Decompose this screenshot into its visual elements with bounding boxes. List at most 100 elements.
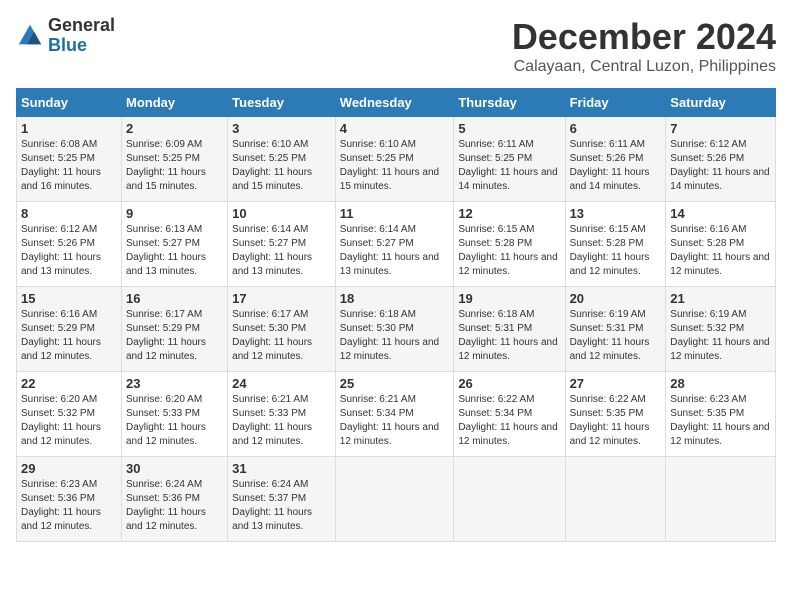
title-section: December 2024 Calayaan, Central Luzon, P… — [512, 16, 776, 76]
day-number: 3 — [232, 121, 331, 136]
day-number: 21 — [670, 291, 771, 306]
calendar-cell: 30 Sunrise: 6:24 AMSunset: 5:36 PMDaylig… — [122, 457, 228, 542]
calendar-header-row: SundayMondayTuesdayWednesdayThursdayFrid… — [17, 89, 776, 117]
day-number: 4 — [340, 121, 450, 136]
calendar-cell: 6 Sunrise: 6:11 AMSunset: 5:26 PMDayligh… — [565, 117, 666, 202]
header-thursday: Thursday — [454, 89, 565, 117]
calendar-cell: 21 Sunrise: 6:19 AMSunset: 5:32 PMDaylig… — [666, 287, 776, 372]
page-header: General Blue December 2024 Calayaan, Cen… — [16, 16, 776, 76]
day-number: 7 — [670, 121, 771, 136]
calendar-cell: 11 Sunrise: 6:14 AMSunset: 5:27 PMDaylig… — [335, 202, 454, 287]
day-info: Sunrise: 6:24 AMSunset: 5:36 PMDaylight:… — [126, 479, 206, 532]
calendar-cell: 1 Sunrise: 6:08 AMSunset: 5:25 PMDayligh… — [17, 117, 122, 202]
calendar-cell: 16 Sunrise: 6:17 AMSunset: 5:29 PMDaylig… — [122, 287, 228, 372]
day-info: Sunrise: 6:12 AMSunset: 5:26 PMDaylight:… — [21, 224, 101, 277]
calendar-cell: 24 Sunrise: 6:21 AMSunset: 5:33 PMDaylig… — [228, 372, 336, 457]
calendar-cell: 26 Sunrise: 6:22 AMSunset: 5:34 PMDaylig… — [454, 372, 565, 457]
calendar-cell: 22 Sunrise: 6:20 AMSunset: 5:32 PMDaylig… — [17, 372, 122, 457]
calendar-cell: 23 Sunrise: 6:20 AMSunset: 5:33 PMDaylig… — [122, 372, 228, 457]
day-info: Sunrise: 6:14 AMSunset: 5:27 PMDaylight:… — [232, 224, 312, 277]
calendar-cell: 14 Sunrise: 6:16 AMSunset: 5:28 PMDaylig… — [666, 202, 776, 287]
day-number: 30 — [126, 461, 223, 476]
day-info: Sunrise: 6:18 AMSunset: 5:31 PMDaylight:… — [458, 309, 557, 362]
day-info: Sunrise: 6:11 AMSunset: 5:26 PMDaylight:… — [570, 139, 650, 192]
logo-general: General — [48, 16, 115, 36]
day-info: Sunrise: 6:17 AMSunset: 5:29 PMDaylight:… — [126, 309, 206, 362]
logo-text: General Blue — [48, 16, 115, 56]
day-number: 14 — [670, 206, 771, 221]
day-number: 8 — [21, 206, 117, 221]
day-info: Sunrise: 6:22 AMSunset: 5:35 PMDaylight:… — [570, 394, 650, 447]
day-info: Sunrise: 6:23 AMSunset: 5:35 PMDaylight:… — [670, 394, 769, 447]
calendar-cell: 18 Sunrise: 6:18 AMSunset: 5:30 PMDaylig… — [335, 287, 454, 372]
calendar-cell: 27 Sunrise: 6:22 AMSunset: 5:35 PMDaylig… — [565, 372, 666, 457]
day-number: 31 — [232, 461, 331, 476]
day-number: 18 — [340, 291, 450, 306]
day-info: Sunrise: 6:13 AMSunset: 5:27 PMDaylight:… — [126, 224, 206, 277]
calendar-cell: 28 Sunrise: 6:23 AMSunset: 5:35 PMDaylig… — [666, 372, 776, 457]
calendar-cell: 3 Sunrise: 6:10 AMSunset: 5:25 PMDayligh… — [228, 117, 336, 202]
calendar-cell: 13 Sunrise: 6:15 AMSunset: 5:28 PMDaylig… — [565, 202, 666, 287]
day-number: 6 — [570, 121, 662, 136]
calendar-cell: 9 Sunrise: 6:13 AMSunset: 5:27 PMDayligh… — [122, 202, 228, 287]
day-info: Sunrise: 6:12 AMSunset: 5:26 PMDaylight:… — [670, 139, 769, 192]
header-tuesday: Tuesday — [228, 89, 336, 117]
day-number: 26 — [458, 376, 560, 391]
day-info: Sunrise: 6:20 AMSunset: 5:33 PMDaylight:… — [126, 394, 206, 447]
calendar-cell: 29 Sunrise: 6:23 AMSunset: 5:36 PMDaylig… — [17, 457, 122, 542]
day-number: 23 — [126, 376, 223, 391]
logo-icon — [16, 22, 44, 50]
calendar-cell: 8 Sunrise: 6:12 AMSunset: 5:26 PMDayligh… — [17, 202, 122, 287]
day-number: 13 — [570, 206, 662, 221]
logo: General Blue — [16, 16, 115, 56]
logo-blue: Blue — [48, 36, 115, 56]
calendar-cell: 2 Sunrise: 6:09 AMSunset: 5:25 PMDayligh… — [122, 117, 228, 202]
calendar-cell — [335, 457, 454, 542]
day-info: Sunrise: 6:21 AMSunset: 5:33 PMDaylight:… — [232, 394, 312, 447]
day-info: Sunrise: 6:20 AMSunset: 5:32 PMDaylight:… — [21, 394, 101, 447]
day-number: 1 — [21, 121, 117, 136]
calendar-week-row: 8 Sunrise: 6:12 AMSunset: 5:26 PMDayligh… — [17, 202, 776, 287]
calendar-cell: 7 Sunrise: 6:12 AMSunset: 5:26 PMDayligh… — [666, 117, 776, 202]
day-info: Sunrise: 6:15 AMSunset: 5:28 PMDaylight:… — [458, 224, 557, 277]
header-saturday: Saturday — [666, 89, 776, 117]
day-info: Sunrise: 6:22 AMSunset: 5:34 PMDaylight:… — [458, 394, 557, 447]
day-info: Sunrise: 6:10 AMSunset: 5:25 PMDaylight:… — [340, 139, 439, 192]
day-info: Sunrise: 6:18 AMSunset: 5:30 PMDaylight:… — [340, 309, 439, 362]
day-info: Sunrise: 6:21 AMSunset: 5:34 PMDaylight:… — [340, 394, 439, 447]
day-number: 11 — [340, 206, 450, 221]
day-info: Sunrise: 6:10 AMSunset: 5:25 PMDaylight:… — [232, 139, 312, 192]
day-number: 5 — [458, 121, 560, 136]
day-info: Sunrise: 6:19 AMSunset: 5:31 PMDaylight:… — [570, 309, 650, 362]
calendar-cell: 5 Sunrise: 6:11 AMSunset: 5:25 PMDayligh… — [454, 117, 565, 202]
calendar-cell: 10 Sunrise: 6:14 AMSunset: 5:27 PMDaylig… — [228, 202, 336, 287]
calendar-table: SundayMondayTuesdayWednesdayThursdayFrid… — [16, 88, 776, 542]
day-number: 15 — [21, 291, 117, 306]
day-number: 12 — [458, 206, 560, 221]
day-number: 24 — [232, 376, 331, 391]
day-number: 22 — [21, 376, 117, 391]
day-number: 10 — [232, 206, 331, 221]
day-number: 27 — [570, 376, 662, 391]
day-info: Sunrise: 6:24 AMSunset: 5:37 PMDaylight:… — [232, 479, 312, 532]
calendar-cell: 12 Sunrise: 6:15 AMSunset: 5:28 PMDaylig… — [454, 202, 565, 287]
calendar-cell: 4 Sunrise: 6:10 AMSunset: 5:25 PMDayligh… — [335, 117, 454, 202]
location-title: Calayaan, Central Luzon, Philippines — [512, 58, 776, 76]
calendar-cell — [565, 457, 666, 542]
header-sunday: Sunday — [17, 89, 122, 117]
day-number: 16 — [126, 291, 223, 306]
day-number: 2 — [126, 121, 223, 136]
calendar-week-row: 15 Sunrise: 6:16 AMSunset: 5:29 PMDaylig… — [17, 287, 776, 372]
calendar-cell: 15 Sunrise: 6:16 AMSunset: 5:29 PMDaylig… — [17, 287, 122, 372]
month-title: December 2024 — [512, 16, 776, 58]
day-number: 17 — [232, 291, 331, 306]
calendar-cell: 19 Sunrise: 6:18 AMSunset: 5:31 PMDaylig… — [454, 287, 565, 372]
day-info: Sunrise: 6:08 AMSunset: 5:25 PMDaylight:… — [21, 139, 101, 192]
calendar-cell: 17 Sunrise: 6:17 AMSunset: 5:30 PMDaylig… — [228, 287, 336, 372]
day-info: Sunrise: 6:16 AMSunset: 5:29 PMDaylight:… — [21, 309, 101, 362]
day-number: 19 — [458, 291, 560, 306]
day-info: Sunrise: 6:14 AMSunset: 5:27 PMDaylight:… — [340, 224, 439, 277]
calendar-week-row: 22 Sunrise: 6:20 AMSunset: 5:32 PMDaylig… — [17, 372, 776, 457]
header-monday: Monday — [122, 89, 228, 117]
day-info: Sunrise: 6:15 AMSunset: 5:28 PMDaylight:… — [570, 224, 650, 277]
